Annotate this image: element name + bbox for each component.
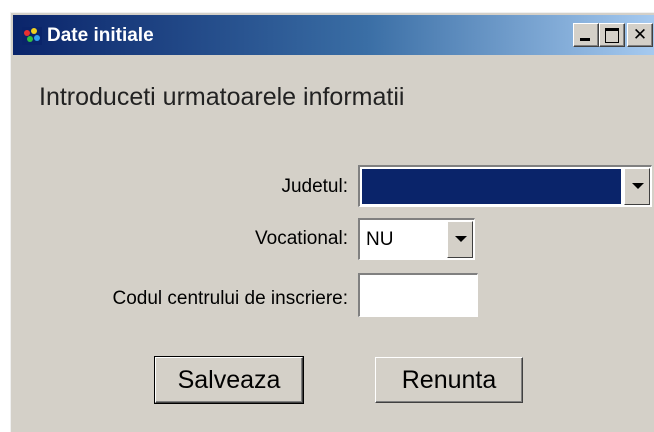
maximize-icon	[605, 28, 619, 43]
minimize-icon	[580, 38, 590, 41]
judet-selected-value	[362, 169, 621, 204]
vocational-label: Vocational:	[255, 228, 348, 249]
dialog-window: Date initiale ✕ Introduceti urmatoarele …	[10, 12, 654, 432]
close-icon: ✕	[632, 25, 648, 45]
vocational-selected-value: NU	[366, 229, 394, 250]
vocational-select[interactable]: NU	[358, 218, 475, 260]
save-button[interactable]: Salveaza	[154, 356, 304, 404]
maximize-button[interactable]	[599, 23, 625, 47]
judet-select[interactable]	[358, 165, 652, 207]
close-button[interactable]: ✕	[627, 23, 653, 47]
minimize-button[interactable]	[573, 23, 599, 47]
title-bar[interactable]: Date initiale ✕	[13, 15, 654, 55]
chevron-down-icon[interactable]	[447, 221, 473, 258]
cod-centru-input[interactable]	[358, 273, 478, 317]
form-heading: Introduceti urmatoarele informatii	[39, 83, 405, 111]
window-title: Date initiale	[47, 25, 154, 46]
app-multicolor-icon	[22, 27, 42, 45]
chevron-down-icon[interactable]	[624, 168, 650, 205]
judet-label: Judetul:	[281, 176, 348, 197]
cod-centru-label: Codul centrului de inscriere:	[112, 288, 348, 309]
cancel-button[interactable]: Renunta	[375, 357, 523, 403]
